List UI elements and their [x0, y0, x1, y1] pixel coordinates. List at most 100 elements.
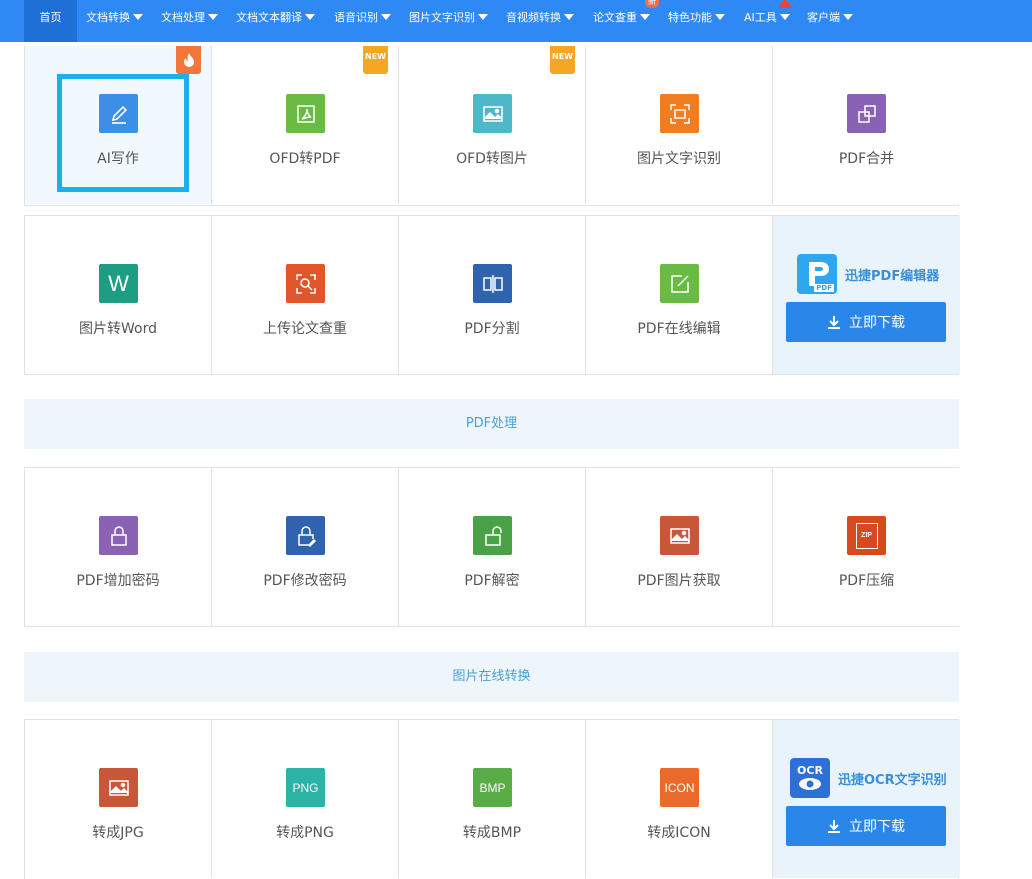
- tool-label: PDF分割: [464, 321, 520, 337]
- pdf-file-icon: [286, 94, 325, 133]
- download-label: 立即下载: [849, 819, 905, 835]
- tool-label: PDF修改密码: [263, 573, 347, 589]
- promo-title: 迅捷PDF编辑器: [845, 268, 940, 284]
- tool-pdf-change-password[interactable]: PDF修改密码: [212, 468, 399, 626]
- tool-ofd-to-image[interactable]: OFD转图片 NEW: [399, 46, 586, 204]
- tool-pdf-split[interactable]: PDF分割: [399, 216, 586, 374]
- ocr-scan-icon: [660, 94, 699, 133]
- tool-label: OFD转图片: [456, 151, 528, 167]
- tool-pdf-compress[interactable]: ZIP PDF压缩: [773, 468, 960, 626]
- nav-label: 客户端: [807, 11, 840, 24]
- tool-pdf-add-password[interactable]: PDF增加密码: [25, 468, 212, 626]
- chevron-down-icon: [715, 14, 725, 20]
- download-label: 立即下载: [849, 315, 905, 331]
- new-badge: NEW: [550, 46, 575, 74]
- promo-header: PDF 迅捷PDF编辑器: [797, 254, 939, 294]
- tool-ofd-to-pdf[interactable]: OFD转PDF NEW: [212, 46, 399, 204]
- tool-to-icon[interactable]: ICON 转成ICON: [586, 720, 773, 878]
- tool-row-1: AI写作 OFD转PDF NEW OFD转图片 NEW 图片文字识别 PDF合并: [24, 46, 960, 206]
- png-icon: PNG: [286, 768, 325, 807]
- tool-label: 图片文字识别: [637, 151, 721, 167]
- nav-av-convert[interactable]: 音视频转换: [506, 0, 574, 42]
- zip-glyph: ZIP: [855, 522, 878, 549]
- zip-icon: ZIP: [847, 516, 886, 555]
- tool-paper-check[interactable]: 上传论文查重: [212, 216, 399, 374]
- download-button[interactable]: 立即下载: [786, 302, 946, 342]
- tool-label: PDF增加密码: [76, 573, 160, 589]
- nav-doc-convert[interactable]: 文档转换: [86, 0, 143, 42]
- chevron-down-icon: [478, 14, 488, 20]
- section-header-pdf: PDF处理: [24, 399, 959, 449]
- image-icon: [473, 94, 512, 133]
- new-badge: 新: [645, 0, 659, 8]
- nav-label: 图片文字识别: [409, 11, 475, 24]
- nav-client[interactable]: 客户端: [807, 0, 853, 42]
- unlock-icon: [473, 516, 512, 555]
- nav-speech[interactable]: 语音识别: [334, 0, 391, 42]
- nav-label: 文档处理: [161, 11, 205, 24]
- tool-label: OFD转PDF: [269, 151, 341, 167]
- tool-label: PDF图片获取: [637, 573, 721, 589]
- chevron-down-icon: [564, 14, 574, 20]
- nav-label: 语音识别: [334, 11, 378, 24]
- tool-label: 上传论文查重: [263, 321, 347, 337]
- tool-label: PDF解密: [464, 573, 520, 589]
- promo-title: 迅捷OCR文字识别: [838, 772, 947, 788]
- nav-image-ocr[interactable]: 图片文字识别: [409, 0, 488, 42]
- chevron-down-icon: [305, 14, 315, 20]
- logo-text: OCR: [797, 764, 823, 777]
- nav-doc-process[interactable]: 文档处理: [161, 0, 218, 42]
- merge-icon: [847, 94, 886, 133]
- tool-label: PDF在线编辑: [637, 321, 721, 337]
- download-button[interactable]: 立即下载: [786, 806, 946, 846]
- tool-label: PDF压缩: [838, 573, 895, 589]
- selection-highlight: [57, 74, 189, 192]
- lock-edit-icon: [286, 516, 325, 555]
- nav-home[interactable]: 首页: [24, 0, 77, 42]
- tool-image-ocr[interactable]: 图片文字识别: [586, 46, 773, 204]
- download-icon: [828, 316, 840, 329]
- tool-label: 转成JPG: [92, 825, 144, 841]
- section-header-image: 图片在线转换: [24, 652, 959, 702]
- tool-row-4: 转成JPG PNG 转成PNG BMP 转成BMP ICON 转成ICON OC…: [24, 719, 960, 879]
- nav-label: 音视频转换: [506, 11, 561, 24]
- pdf-editor-logo-icon: PDF: [797, 254, 837, 294]
- bmp-icon: BMP: [473, 768, 512, 807]
- tool-ai-writing[interactable]: AI写作: [25, 46, 212, 204]
- tool-to-bmp[interactable]: BMP 转成BMP: [399, 720, 586, 878]
- tool-to-png[interactable]: PNG 转成PNG: [212, 720, 399, 878]
- tool-label: 图片转Word: [79, 321, 157, 337]
- tool-image-to-word[interactable]: W 图片转Word: [25, 216, 212, 374]
- download-icon: [828, 820, 840, 833]
- logo-text: PDF: [814, 284, 834, 292]
- promo-pdf-editor: PDF 迅捷PDF编辑器 立即下载: [773, 216, 960, 374]
- hot-triangle-icon: [778, 0, 792, 8]
- split-icon: [473, 264, 512, 303]
- new-badge: NEW: [363, 46, 388, 74]
- tool-pdf-merge[interactable]: PDF合并: [773, 46, 960, 204]
- ico-icon: ICON: [660, 768, 699, 807]
- nav-label: 论文查重: [593, 11, 637, 24]
- tool-label: 转成ICON: [647, 825, 711, 841]
- tool-label: PDF合并: [838, 151, 895, 167]
- nav-features[interactable]: 特色功能: [668, 0, 725, 42]
- nav-paper-check[interactable]: 论文查重新: [593, 0, 659, 42]
- word-icon: W: [99, 264, 138, 303]
- hot-flame-icon: [176, 46, 201, 74]
- chevron-down-icon: [779, 14, 790, 20]
- nav-label: 文档文本翻译: [236, 11, 302, 24]
- nav-label: 文档转换: [86, 11, 130, 24]
- online-edit-icon: [660, 264, 699, 303]
- nav-translate[interactable]: 文档文本翻译: [236, 0, 315, 42]
- tool-to-jpg[interactable]: 转成JPG: [25, 720, 212, 878]
- tool-pdf-image-extract[interactable]: PDF图片获取: [586, 468, 773, 626]
- tool-row-3: PDF增加密码 PDF修改密码 PDF解密 PDF图片获取 ZIP PDF压缩: [24, 467, 960, 627]
- nav-ai-tools[interactable]: AI工具: [744, 0, 792, 42]
- tool-pdf-decrypt[interactable]: PDF解密: [399, 468, 586, 626]
- image-extract-icon: [660, 516, 699, 555]
- paper-check-icon: [286, 264, 325, 303]
- jpg-icon: [99, 768, 138, 807]
- tool-label: 转成BMP: [462, 825, 522, 841]
- tool-pdf-online-edit[interactable]: PDF在线编辑: [586, 216, 773, 374]
- nav-label: AI工具: [744, 11, 777, 24]
